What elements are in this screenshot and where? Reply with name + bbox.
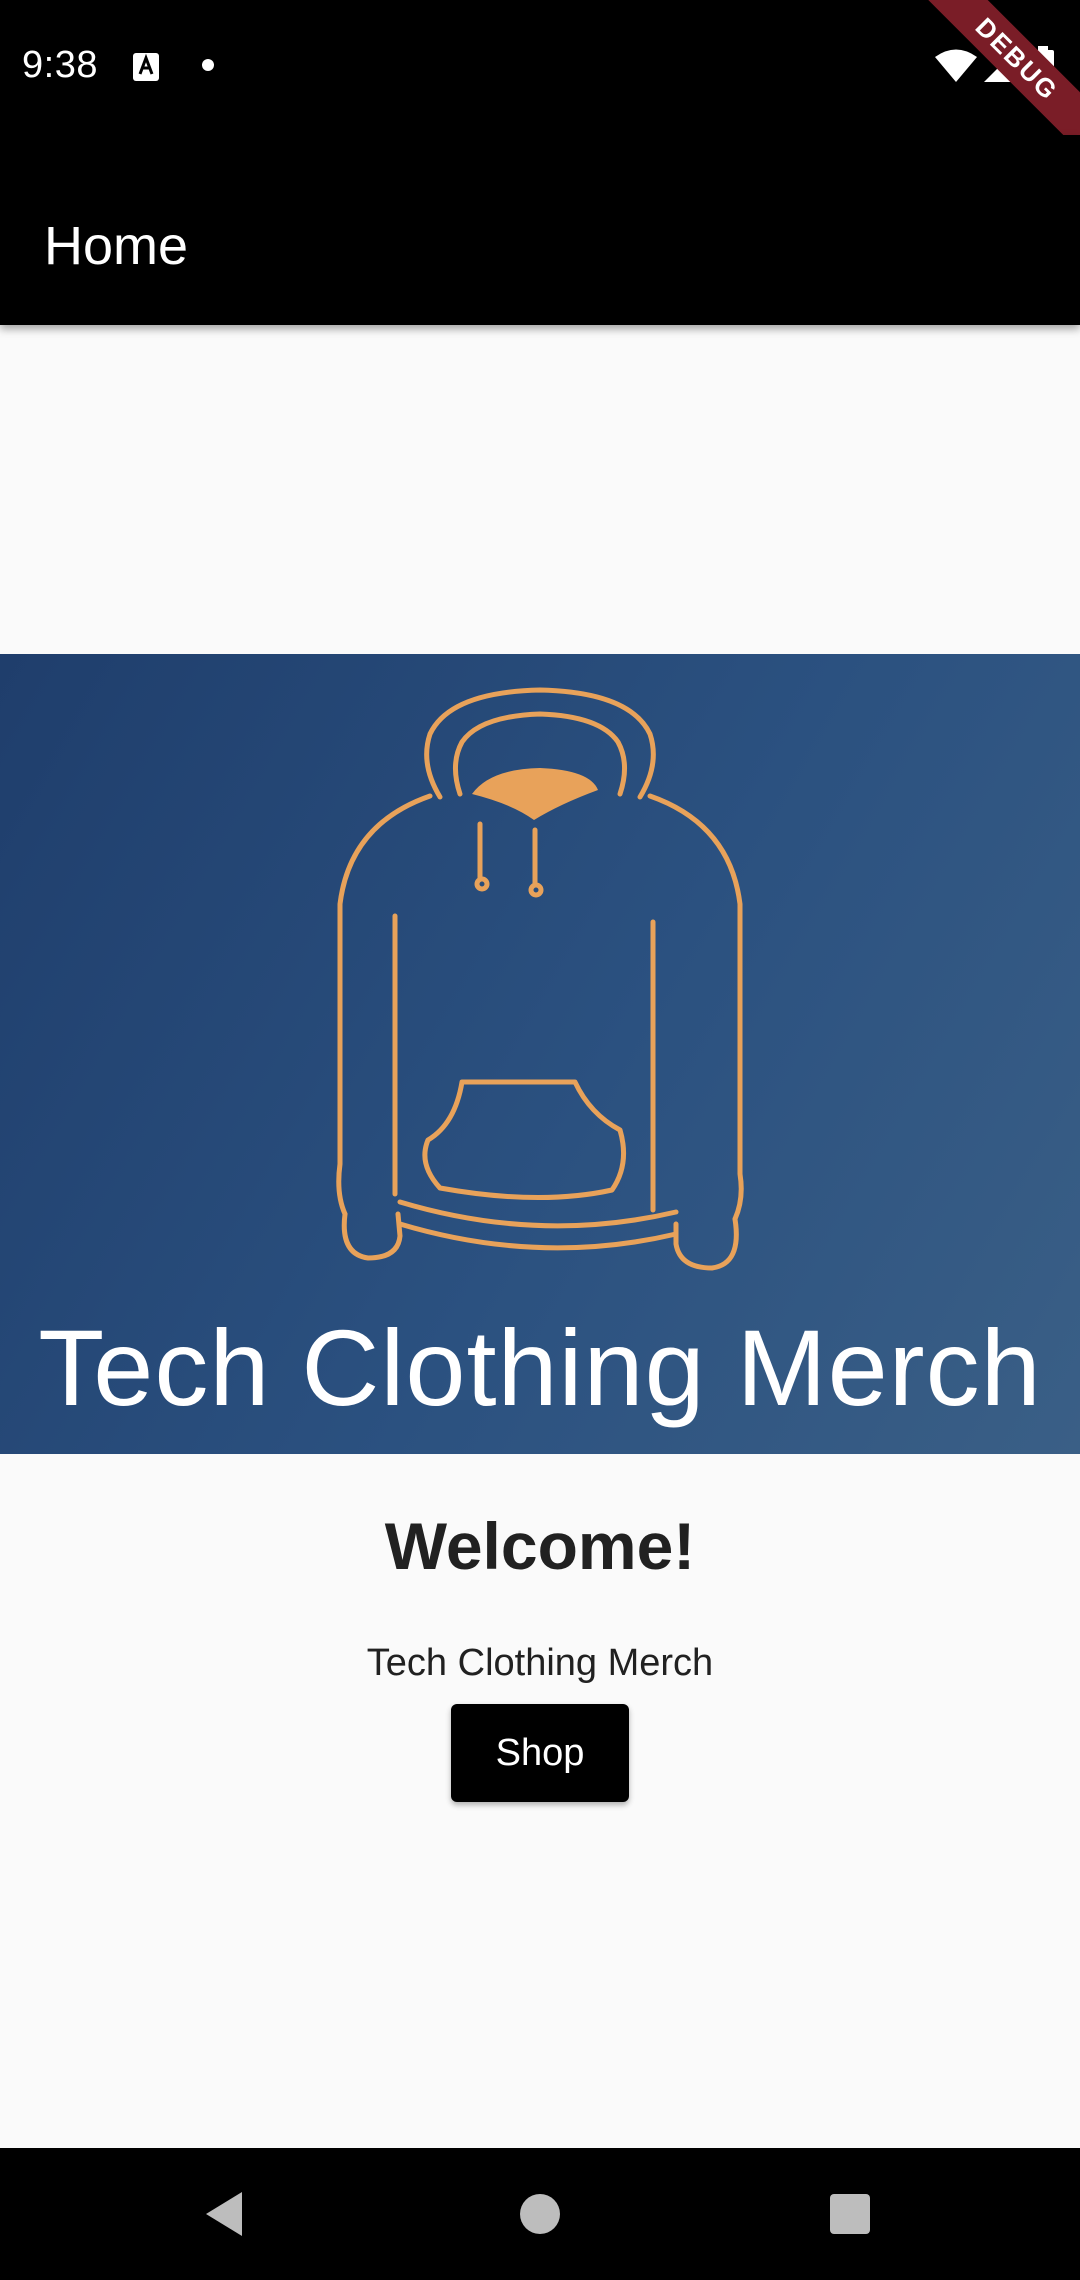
- hero-banner-image: Tech Clothing Merch: [0, 654, 1080, 1454]
- hero-caption: Tech Clothing Merch: [38, 1307, 1042, 1428]
- welcome-subtitle: Tech Clothing Merch: [366, 1642, 714, 1684]
- status-time: 9:38: [22, 44, 98, 86]
- home-icon[interactable]: [520, 2194, 560, 2234]
- notification-dot-icon: [202, 59, 214, 71]
- recents-icon[interactable]: [830, 2194, 870, 2234]
- status-bar: 9:38 DEBUG: [0, 0, 1080, 156]
- back-icon[interactable]: [204, 2190, 244, 2238]
- a-keyboard-icon: [133, 53, 159, 81]
- page-title: Home: [44, 216, 189, 276]
- app-bar: Home: [0, 135, 1080, 325]
- system-nav-bar: [0, 2148, 1080, 2280]
- debug-banner-label: DEBUG: [920, 0, 1080, 156]
- shop-button[interactable]: Shop: [451, 1704, 629, 1802]
- welcome-heading: Welcome!: [384, 1509, 696, 1583]
